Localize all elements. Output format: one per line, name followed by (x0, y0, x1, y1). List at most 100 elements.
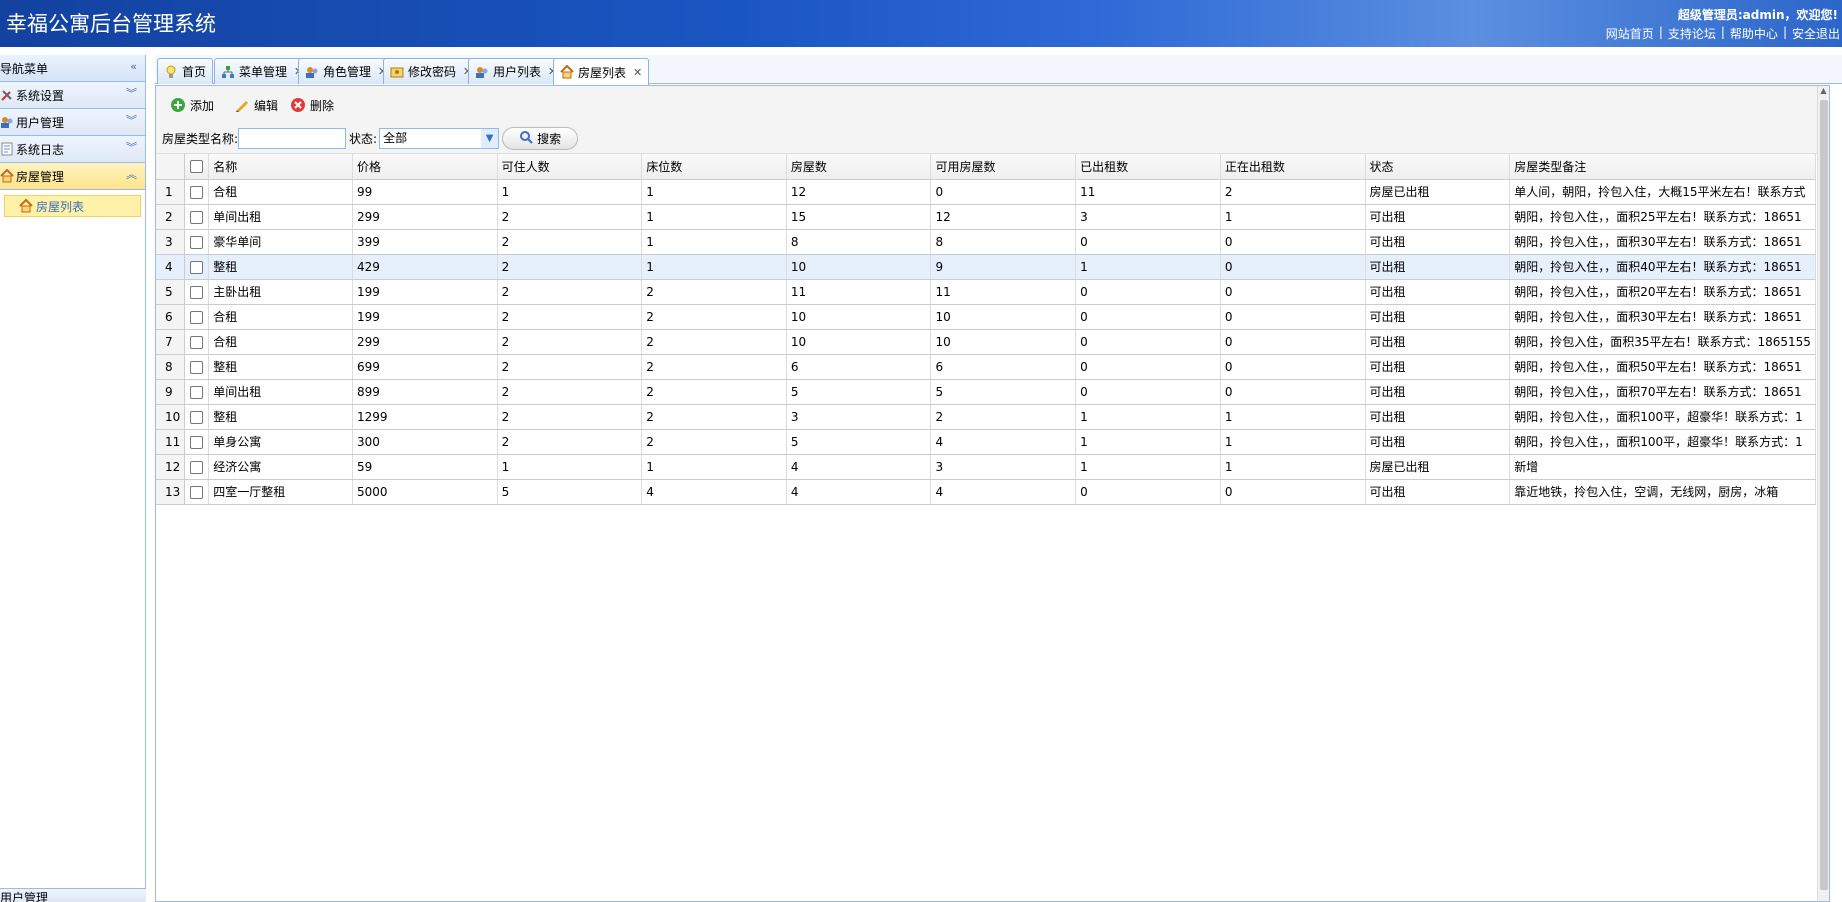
table-row[interactable]: 4 整租 429 2 1 10 9 1 0 可出租 朝阳，拎包入住，，面积40平左右！联系方式：18… (156, 254, 1816, 280)
sidebar-item-house-list[interactable]: 房屋列表 (4, 195, 141, 217)
nav-menu-header[interactable]: 导航菜单 « (0, 55, 145, 82)
vertical-scrollbar[interactable]: ▲ (1817, 86, 1829, 901)
tab-role-management[interactable]: 角色管理 ✕ (298, 58, 395, 84)
table-cell: 1299 (352, 404, 498, 430)
column-header[interactable]: 床位数 (641, 154, 787, 180)
row-checkbox[interactable] (184, 404, 210, 430)
table-row[interactable]: 7 合租 299 2 2 10 10 0 0 可出租 朝阳，拎包入住，面积35平左右！联系方式：18… (156, 329, 1816, 355)
table-row[interactable]: 2 单间出租 299 2 1 15 12 3 1 可出租 朝阳，拎包入住，，面积25平左右！联系方式… (156, 204, 1816, 230)
sidebar-group-system-settings[interactable]: 系统设置 ︾ (0, 82, 145, 109)
sidebar-group-house-management[interactable]: 房屋管理 ︽ (0, 163, 145, 190)
row-checkbox[interactable] (184, 229, 210, 255)
table-row[interactable]: 3 豪华单间 399 2 1 8 8 0 0 可出租 朝阳，拎包入住，，面积30平左右！联系方式：1… (156, 229, 1816, 255)
table-row[interactable]: 11 单身公寓 300 2 2 5 4 1 1 可出租 朝阳，拎包入住，，面积100平，超豪华！联系… (156, 429, 1816, 455)
sidebar: 导航菜单 « 系统设置 ︾ 用户管理 ︾ 系统日志 ︾ 房屋管理 ︽ 房屋列表 … (0, 55, 146, 902)
sidebar-group-system-log[interactable]: 系统日志 ︾ (0, 136, 145, 163)
table-cell: 2 (497, 204, 643, 230)
tab-house-list[interactable]: 房屋列表 ✕ (553, 58, 650, 85)
column-header[interactable]: 房屋数 (786, 154, 932, 180)
column-header[interactable]: 价格 (352, 154, 498, 180)
table-cell: 399 (352, 229, 498, 255)
tab-label: 菜单管理 (239, 65, 288, 79)
table-row[interactable]: 6 合租 199 2 2 10 10 0 0 可出租 朝阳，拎包入住，，面积30平左右！联系方式：1… (156, 304, 1816, 330)
checkbox-box[interactable] (190, 485, 204, 499)
table-cell: 可出租 (1365, 479, 1511, 505)
checkbox-box[interactable] (190, 210, 204, 224)
column-header[interactable]: 已出租数 (1075, 154, 1221, 180)
row-number-header (156, 154, 186, 180)
checkbox-box[interactable] (190, 435, 204, 449)
sidebar-group-user-management[interactable]: 用户管理 ︾ (0, 109, 145, 136)
link-home[interactable]: 网站首页 (1606, 25, 1654, 42)
table-row[interactable]: 5 主卧出租 199 2 2 11 11 0 0 可出租 朝阳，拎包入住，，面积20平左右！联系方式… (156, 279, 1816, 305)
collapse-icon[interactable]: « (130, 61, 137, 73)
tab-user-list[interactable]: 用户列表 ✕ (468, 58, 565, 84)
status-filter-select[interactable]: 全部 ▼ (379, 127, 500, 149)
table-cell: 0 (1220, 229, 1366, 255)
link-help[interactable]: 帮助中心 (1730, 25, 1778, 42)
row-checkbox[interactable] (184, 204, 210, 230)
row-checkbox[interactable] (184, 254, 210, 280)
chevron-down-icon[interactable]: ▼ (481, 128, 499, 148)
add-button[interactable]: 添加 (170, 95, 214, 115)
row-checkbox[interactable] (184, 304, 210, 330)
row-checkbox[interactable] (184, 354, 210, 380)
table-row[interactable]: 10 整租 1299 2 2 3 2 1 1 可出租 朝阳，拎包入住，，面积100平，超豪华！联系方… (156, 404, 1816, 430)
checkbox-box[interactable] (190, 185, 204, 199)
row-checkbox[interactable] (184, 329, 210, 355)
column-header[interactable]: 名称 (208, 154, 353, 180)
delete-button[interactable]: 删除 (290, 95, 334, 115)
checkbox-box[interactable] (190, 460, 204, 474)
checkbox-box[interactable] (190, 385, 204, 399)
row-checkbox[interactable] (184, 379, 210, 405)
checkbox-box[interactable] (190, 335, 204, 349)
table-cell: 11 (1075, 179, 1221, 205)
table-cell: 靠近地铁，拎包入住，空调，无线网，厨房，冰箱 (1509, 479, 1816, 505)
row-checkbox[interactable] (184, 429, 210, 455)
table-row[interactable]: 12 经济公寓 59 1 1 4 3 1 1 房屋已出租 新增 (156, 454, 1816, 480)
tab-change-password[interactable]: 修改密码 ✕ (383, 58, 480, 84)
checkbox-box[interactable] (190, 285, 204, 299)
row-checkbox[interactable] (184, 179, 210, 205)
table-row[interactable]: 13 四室一厅整租 5000 5 4 4 4 0 0 可出租 靠近地铁，拎包入住，空调，无线网，厨房… (156, 479, 1816, 505)
checkbox-box[interactable] (190, 235, 204, 249)
house-grid: 名称 价格 可住人数 床位数 房屋数 可用房屋数 已出租数 正在出租数 状态 房… (156, 154, 1816, 505)
tab-menu-management[interactable]: 菜单管理 ✕ (214, 58, 311, 84)
table-cell: 0 (1075, 329, 1221, 355)
tab-home[interactable]: 首页 (157, 58, 214, 84)
checkbox-box[interactable] (190, 160, 204, 174)
table-cell: 1 (1075, 454, 1221, 480)
checkbox-box[interactable] (190, 310, 204, 324)
column-header[interactable]: 状态 (1365, 154, 1511, 180)
scrollbar-thumb[interactable] (1820, 100, 1828, 890)
column-header[interactable]: 正在出租数 (1220, 154, 1366, 180)
chevron-down-icon: ︾ (126, 141, 137, 154)
select-all-checkbox[interactable] (184, 154, 210, 180)
row-number: 9 (156, 379, 186, 405)
edit-button[interactable]: 编辑 (234, 95, 278, 115)
row-checkbox[interactable] (184, 454, 210, 480)
link-separator: | (1720, 25, 1725, 39)
row-number: 1 (156, 179, 186, 205)
search-button[interactable]: 搜索 (502, 126, 579, 150)
checkbox-box[interactable] (190, 260, 204, 274)
name-filter-input[interactable] (238, 127, 347, 149)
row-checkbox[interactable] (184, 479, 210, 505)
table-row[interactable]: 8 整租 699 2 2 6 6 0 0 可出租 朝阳，拎包入住，，面积50平左右！联系方式：186… (156, 354, 1816, 380)
checkbox-box[interactable] (190, 360, 204, 374)
scroll-up-icon[interactable]: ▲ (1818, 86, 1829, 98)
table-row[interactable]: 1 合租 99 1 1 12 0 11 2 房屋已出租 单人间，朝阳，拎包入住，大概15平米左右！联… (156, 179, 1816, 205)
table-cell: 可出租 (1365, 204, 1511, 230)
table-row[interactable]: 9 单间出租 899 2 2 5 5 0 0 可出租 朝阳，拎包入住，，面积70平左右！联系方式：1… (156, 379, 1816, 405)
table-cell: 朝阳，拎包入住，面积35平左右！联系方式：1865155 (1509, 329, 1816, 355)
close-icon[interactable]: ✕ (633, 66, 642, 79)
checkbox-box[interactable] (190, 410, 204, 424)
link-forum[interactable]: 支持论坛 (1668, 25, 1716, 42)
column-header[interactable]: 可用房屋数 (930, 154, 1077, 180)
column-header[interactable]: 可住人数 (497, 154, 643, 180)
sidebar-group-user-management-bottom[interactable]: 用户管理 (0, 888, 146, 902)
row-checkbox[interactable] (184, 279, 210, 305)
column-header[interactable]: 房屋类型备注 (1509, 154, 1816, 180)
table-cell: 可出租 (1365, 254, 1511, 280)
link-logout[interactable]: 安全退出 (1792, 25, 1840, 42)
